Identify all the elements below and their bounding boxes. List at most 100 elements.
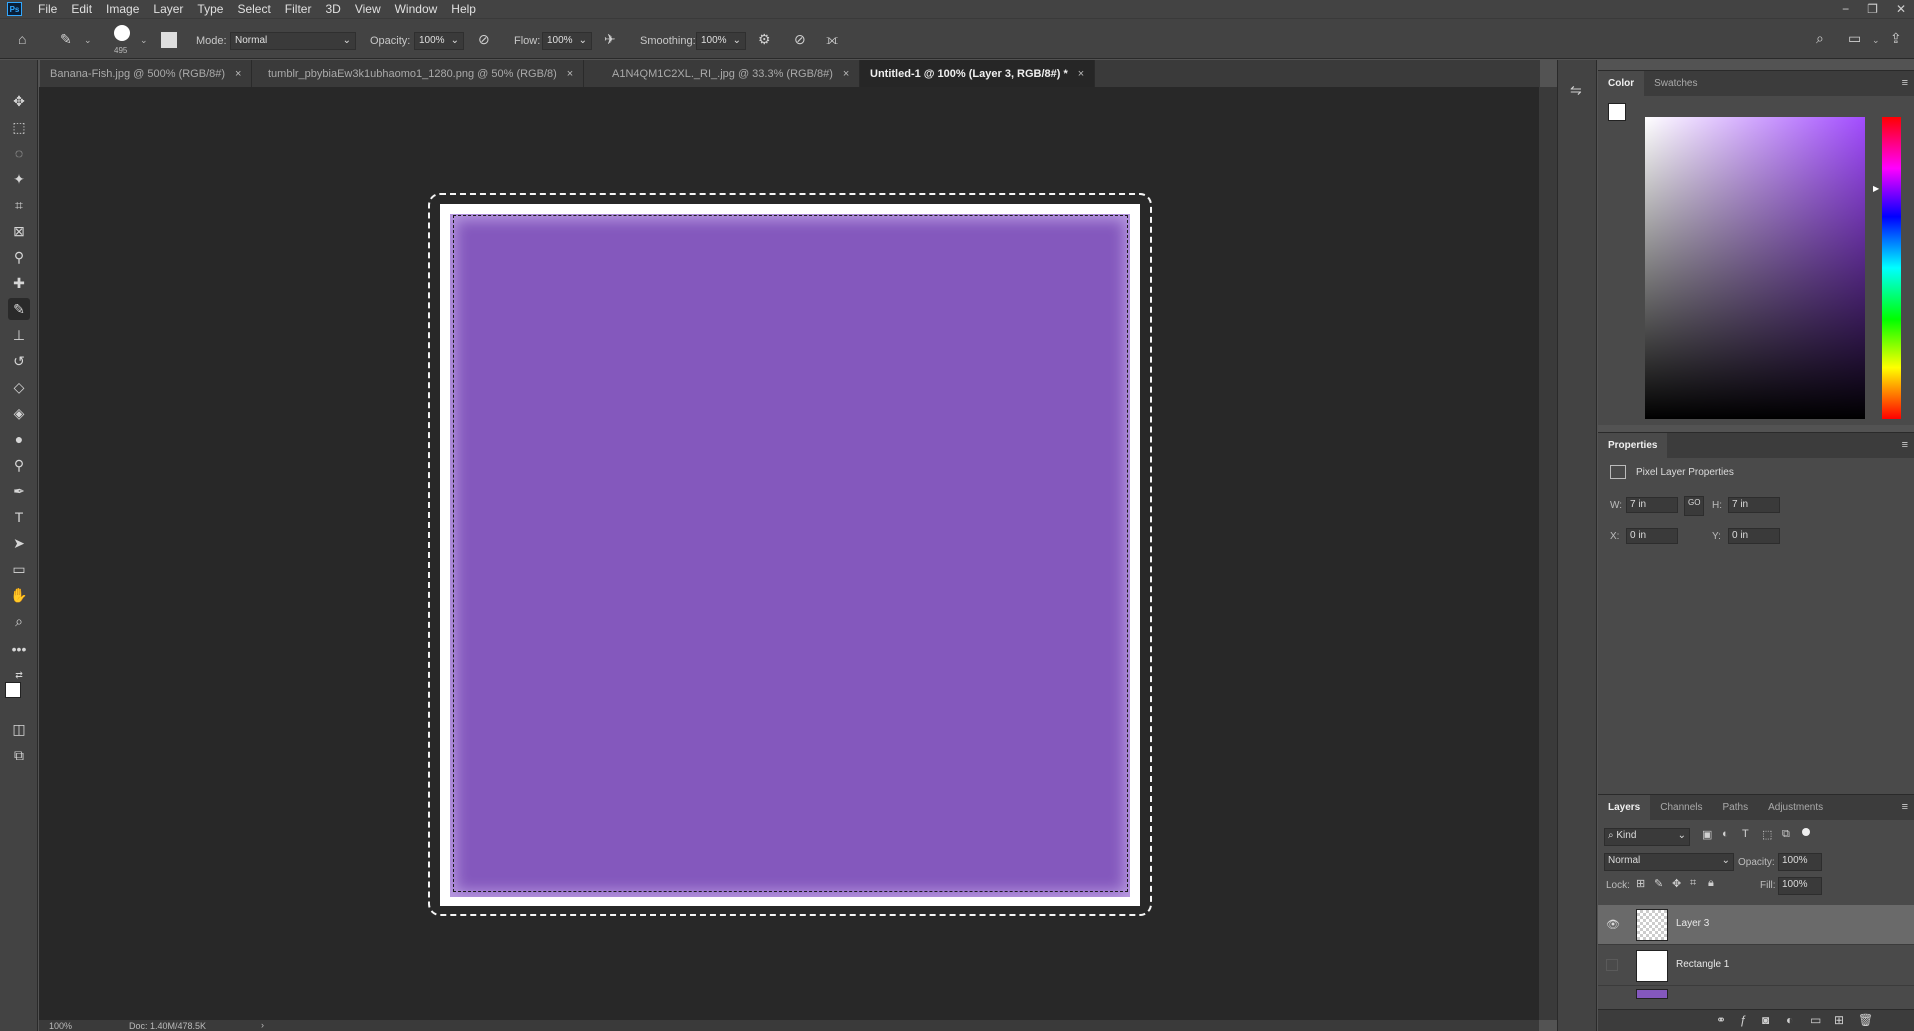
pressure-size-icon[interactable]: ⊘ — [794, 31, 806, 48]
healing-brush-icon[interactable]: ✚ — [8, 272, 30, 294]
menu-file[interactable]: File — [31, 2, 64, 16]
flow-input[interactable]: 100% ⌄ — [542, 32, 592, 50]
lock-pixels-icon[interactable]: ✎ — [1654, 877, 1663, 890]
layer-row-layer-3[interactable]: 👁︎ Layer 3 — [1598, 905, 1914, 945]
tab-untitled-1[interactable]: Untitled-1 @ 100% (Layer 3, RGB/8#) * × — [860, 60, 1096, 87]
opacity-input[interactable]: 100% ⌄ — [414, 32, 464, 50]
pressure-opacity-icon[interactable]: ⊘ — [478, 31, 490, 48]
tab-channels[interactable]: Channels — [1650, 795, 1712, 820]
quick-mask-icon[interactable]: ◫ — [8, 718, 30, 740]
fill-input[interactable]: 100% — [1778, 877, 1822, 895]
close-icon[interactable]: × — [1078, 68, 1084, 80]
filter-smart-object-icon[interactable]: ⧉ — [1782, 828, 1790, 841]
airbrush-icon[interactable]: ✈ — [604, 31, 616, 48]
smoothing-input[interactable]: 100% ⌄ — [696, 32, 746, 50]
link-dimensions-button[interactable]: GO — [1684, 496, 1704, 516]
panel-menu-icon[interactable]: ≡ — [1902, 439, 1908, 451]
tab-swatches[interactable]: Swatches — [1644, 71, 1707, 96]
brush-tool-icon[interactable]: ✎ — [8, 298, 30, 320]
menu-layer[interactable]: Layer — [146, 2, 190, 16]
close-icon[interactable]: × — [843, 68, 849, 80]
layer-opacity-input[interactable]: 100% — [1778, 853, 1822, 871]
clone-stamp-icon[interactable]: ⊥ — [8, 324, 30, 346]
minimize-button[interactable]: − — [1842, 2, 1849, 16]
menu-type[interactable]: Type — [190, 2, 230, 16]
menu-filter[interactable]: Filter — [278, 2, 319, 16]
history-panel-icon[interactable]: ⇋ — [1570, 82, 1582, 99]
history-brush-icon[interactable]: ↺ — [8, 350, 30, 372]
foreground-color-swatch[interactable] — [5, 682, 21, 698]
dodge-tool-icon[interactable]: ⚲ — [8, 454, 30, 476]
x-input[interactable]: 0 in — [1626, 528, 1678, 544]
menu-image[interactable]: Image — [99, 2, 146, 16]
tab-tumblr[interactable]: tumblr_pbybiaEw3k1ubhaomo1_1280.png @ 50… — [258, 60, 585, 87]
zoom-level[interactable]: 100% — [49, 1021, 72, 1031]
panel-menu-icon[interactable]: ≡ — [1902, 801, 1908, 813]
symmetry-icon[interactable]: ⟗ — [826, 31, 838, 48]
filter-toggle-icon[interactable] — [1802, 828, 1810, 836]
magic-wand-icon[interactable]: ✦ — [8, 168, 30, 190]
filter-pixel-icon[interactable]: ▣ — [1702, 828, 1712, 841]
link-layers-icon[interactable]: ⚭ — [1716, 1013, 1726, 1027]
menu-view[interactable]: View — [348, 2, 388, 16]
status-menu-arrow[interactable]: › — [261, 1020, 264, 1030]
home-icon[interactable]: ⌂ — [18, 31, 26, 47]
filter-shape-icon[interactable]: ⬚ — [1762, 828, 1772, 841]
panel-menu-icon[interactable]: ≡ — [1902, 77, 1908, 89]
paint-bucket-icon[interactable]: ◈ — [8, 402, 30, 424]
tab-properties[interactable]: Properties — [1598, 433, 1668, 458]
fx-icon[interactable]: ƒ — [1740, 1013, 1747, 1027]
lock-artboard-icon[interactable]: ⌗ — [1690, 877, 1696, 890]
lock-transparency-icon[interactable]: ⊞ — [1636, 877, 1645, 890]
blend-mode-select[interactable]: Normal ⌄ — [1604, 853, 1734, 871]
filter-type-icon[interactable]: T — [1742, 828, 1749, 840]
restore-button[interactable]: ❐ — [1867, 2, 1878, 16]
brush-size-icon[interactable] — [114, 25, 130, 41]
chevron-down-icon[interactable]: ⌄ — [1872, 35, 1880, 46]
tab-color[interactable]: Color — [1598, 71, 1645, 96]
new-layer-icon[interactable]: ⊞ — [1834, 1013, 1844, 1027]
tab-banana-fish[interactable]: Banana-Fish.jpg @ 500% (RGB/8#) × — [40, 60, 253, 87]
crop-tool-icon[interactable]: ⌗ — [8, 194, 30, 216]
new-group-icon[interactable]: ▭ — [1810, 1013, 1821, 1027]
adjustment-layer-icon[interactable]: ◐ — [1786, 1013, 1793, 1027]
brush-settings-icon[interactable] — [161, 32, 177, 48]
chevron-down-icon[interactable]: ⌄ — [140, 35, 148, 46]
hue-slider-marker[interactable]: ▶ — [1873, 184, 1879, 193]
screen-mode-icon[interactable]: ⧉ — [8, 744, 30, 766]
type-tool-icon[interactable]: T — [8, 506, 30, 528]
zoom-tool-icon[interactable]: ⌕ — [8, 610, 30, 632]
blur-tool-icon[interactable]: ● — [8, 428, 30, 450]
move-tool-icon[interactable]: ✥ — [8, 90, 30, 112]
menu-3d[interactable]: 3D — [318, 2, 347, 16]
vertical-scrollbar[interactable] — [1539, 87, 1557, 1020]
tab-paths[interactable]: Paths — [1713, 795, 1759, 820]
layer-name[interactable]: Layer 3 — [1676, 918, 1709, 929]
eyedropper-icon[interactable]: ⚲ — [8, 246, 30, 268]
gear-icon[interactable]: ⚙ — [758, 31, 771, 48]
tab-adjustments[interactable]: Adjustments — [1758, 795, 1833, 820]
path-select-icon[interactable]: ➤ — [8, 532, 30, 554]
tab-a1n4qm[interactable]: A1N4QM1C2XL._RI_.jpg @ 33.3% (RGB/8#) × — [602, 60, 861, 87]
hand-tool-icon[interactable]: ✋ — [8, 584, 30, 606]
menu-edit[interactable]: Edit — [64, 2, 99, 16]
pen-tool-icon[interactable]: ✒ — [8, 480, 30, 502]
lasso-tool-icon[interactable]: ◌ — [8, 142, 30, 164]
eye-icon[interactable]: 👁︎ — [1606, 918, 1620, 931]
foreground-swatch[interactable] — [1608, 103, 1626, 121]
menu-window[interactable]: Window — [388, 2, 445, 16]
brush-preset-icon[interactable]: ✎ — [60, 31, 72, 48]
y-input[interactable]: 0 in — [1728, 528, 1780, 544]
close-button[interactable]: ✕ — [1896, 2, 1906, 16]
share-icon[interactable]: ⇪ — [1890, 30, 1902, 47]
rectangle-tool-icon[interactable]: ▭ — [8, 558, 30, 580]
close-icon[interactable]: × — [235, 68, 241, 80]
add-mask-icon[interactable]: ◙ — [1762, 1013, 1769, 1027]
visibility-toggle[interactable] — [1606, 959, 1618, 971]
layer-name[interactable]: Rectangle 1 — [1676, 959, 1729, 970]
trash-icon[interactable]: 🗑︎ — [1858, 1013, 1873, 1027]
lock-position-icon[interactable]: ✥ — [1672, 877, 1681, 890]
menu-help[interactable]: Help — [444, 2, 483, 16]
height-input[interactable]: 7 in — [1728, 497, 1780, 513]
layer-row-rectangle-1[interactable]: Rectangle 1 — [1598, 946, 1914, 986]
